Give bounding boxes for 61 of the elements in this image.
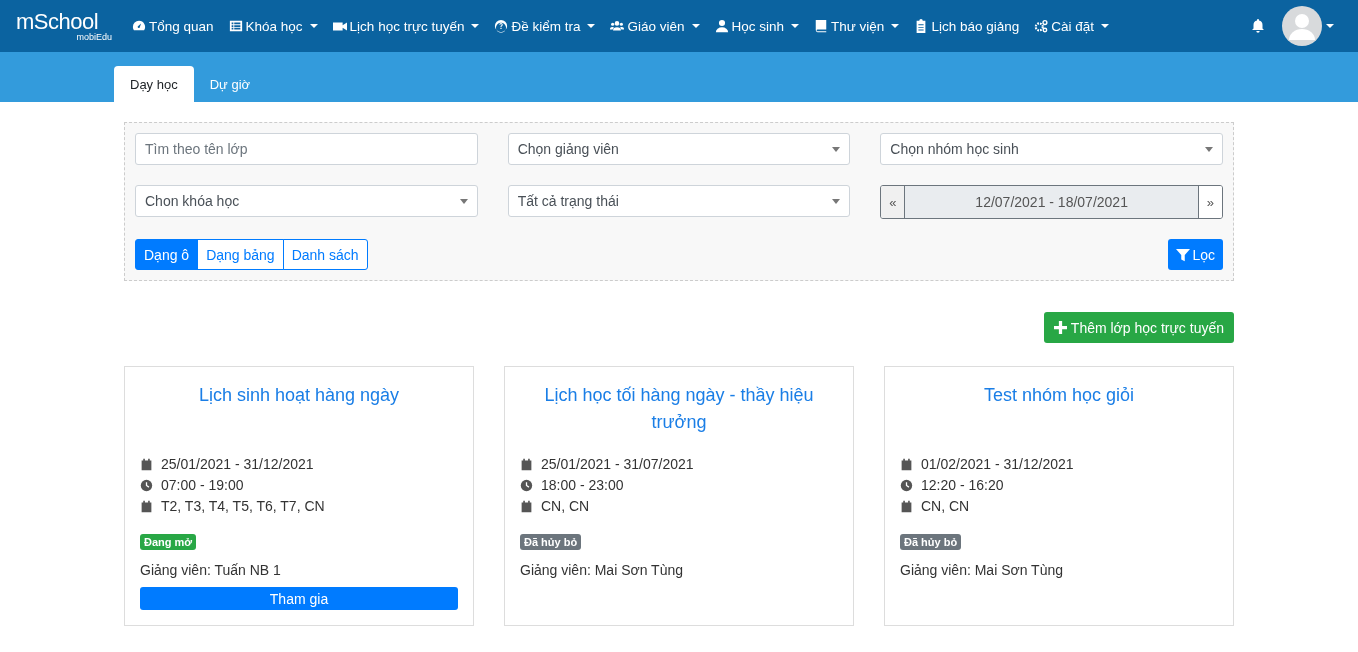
nav-link[interactable]: Lịch học trực tuyến xyxy=(332,18,480,34)
select-field[interactable]: Tất cả trạng thái xyxy=(507,185,851,217)
card-title[interactable]: Lịch sinh hoạt hàng ngày xyxy=(140,382,458,454)
status-badge: Đã hủy bỏ xyxy=(900,534,962,550)
calendar-icon xyxy=(900,500,913,513)
book-icon xyxy=(814,19,829,33)
weekdays-text: CN, CN xyxy=(541,497,590,516)
join-button[interactable]: Tham gia xyxy=(140,587,458,610)
time-text: 18:00 - 23:00 xyxy=(541,476,624,495)
view-toggle-button[interactable]: Dạng bảng xyxy=(197,239,284,270)
nav-link[interactable]: Đề kiểm tra xyxy=(494,18,596,34)
date-range-text: 25/01/2021 - 31/07/2021 xyxy=(541,455,694,474)
weekdays-text: CN, CN xyxy=(921,497,970,516)
nav-link[interactable]: Tổng quan xyxy=(132,18,214,34)
date-range-text: 25/01/2021 - 31/12/2021 xyxy=(161,455,314,474)
weekdays-text: T2, T3, T4, T5, T6, T7, CN xyxy=(161,497,325,516)
logo[interactable]: mSchool mobiEdu xyxy=(16,10,120,42)
nav-link[interactable]: Cài đặt xyxy=(1034,18,1109,34)
view-toggle-button[interactable]: Danh sách xyxy=(282,239,368,270)
tab[interactable]: Dạy học xyxy=(114,66,194,102)
nav-link[interactable]: Lịch báo giảng xyxy=(914,18,1020,34)
card-title[interactable]: Lịch học tối hàng ngày - thầy hiệu trưởng xyxy=(520,382,838,454)
calendar-icon xyxy=(140,458,153,471)
clock-icon xyxy=(140,479,153,492)
nav-link[interactable]: Khóa học xyxy=(228,18,318,34)
gauge-icon xyxy=(132,19,146,33)
nav-link[interactable]: Học sinh xyxy=(714,18,800,34)
avatar-icon[interactable] xyxy=(1282,6,1322,46)
calendar-icon xyxy=(140,500,153,513)
status-badge: Đã hủy bỏ xyxy=(520,534,582,550)
select-field[interactable]: Chọn giảng viên xyxy=(507,133,851,165)
search-field[interactable]: Tìm theo tên lớp xyxy=(135,133,478,165)
card-title[interactable]: Test nhóm học giỏi xyxy=(900,382,1218,454)
filter-icon xyxy=(1176,247,1191,262)
question-icon xyxy=(494,19,509,33)
select-field[interactable]: Chon khóa học xyxy=(135,185,478,217)
teacher-text: Giảng viên: Tuấn NB 1 xyxy=(140,562,281,578)
logo-subtext: mobiEdu xyxy=(75,32,112,42)
teacher-text: Giảng viên: Mai Sơn Tùng xyxy=(900,562,1063,578)
caret-icon xyxy=(1326,24,1334,28)
filter-button[interactable]: Lọc xyxy=(1168,239,1223,270)
clock-icon xyxy=(520,479,533,492)
calendar-icon xyxy=(520,500,533,513)
user-icon xyxy=(714,19,729,33)
time-text: 07:00 - 19:00 xyxy=(161,476,244,495)
list-icon xyxy=(228,19,243,33)
time-text: 12:20 - 16:20 xyxy=(921,476,1004,495)
teacher-text: Giảng viên: Mai Sơn Tùng xyxy=(520,562,683,578)
calendar-icon xyxy=(900,458,913,471)
bell-icon[interactable] xyxy=(1250,18,1266,34)
calendar-icon xyxy=(520,458,533,471)
nav-link[interactable]: Thư viện xyxy=(814,18,900,34)
users-icon xyxy=(610,19,625,33)
view-toggle-button[interactable]: Dạng ô xyxy=(135,239,199,270)
select-field[interactable]: Chọn nhóm học sinh xyxy=(880,133,1223,165)
logo-text: mSchool xyxy=(16,10,99,33)
nav-link[interactable]: Giáo viên xyxy=(610,18,700,34)
date-range-text: 01/02/2021 - 31/12/2021 xyxy=(921,455,1074,474)
plus-icon xyxy=(1053,321,1067,334)
clock-icon xyxy=(900,479,913,492)
status-badge: Đang mở xyxy=(140,534,197,550)
